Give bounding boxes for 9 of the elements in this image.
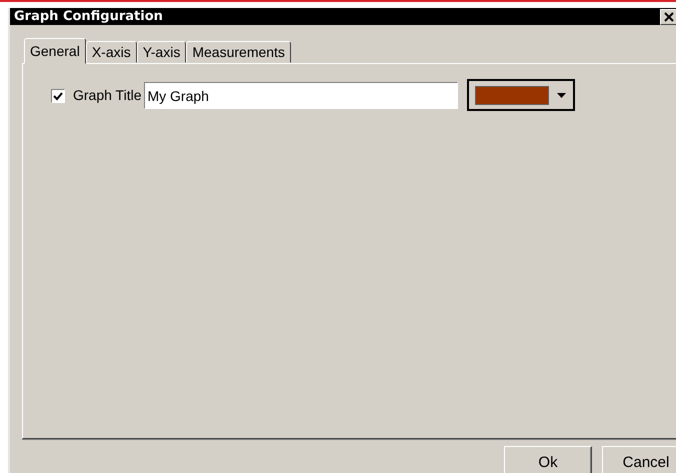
checkbox-label: Graph Title [73,87,142,103]
input-field[interactable]: My Graph [144,82,458,109]
tab[interactable]: Y-axis [136,41,186,63]
tab[interactable]: X-axis [86,41,137,63]
tab[interactable]: Measurements [186,41,291,63]
dialog-button[interactable]: Ok [504,446,592,473]
dialog-button[interactable]: Cancel [602,446,676,473]
tab[interactable]: General [24,38,86,64]
window-title: Graph Configuration [14,9,163,24]
